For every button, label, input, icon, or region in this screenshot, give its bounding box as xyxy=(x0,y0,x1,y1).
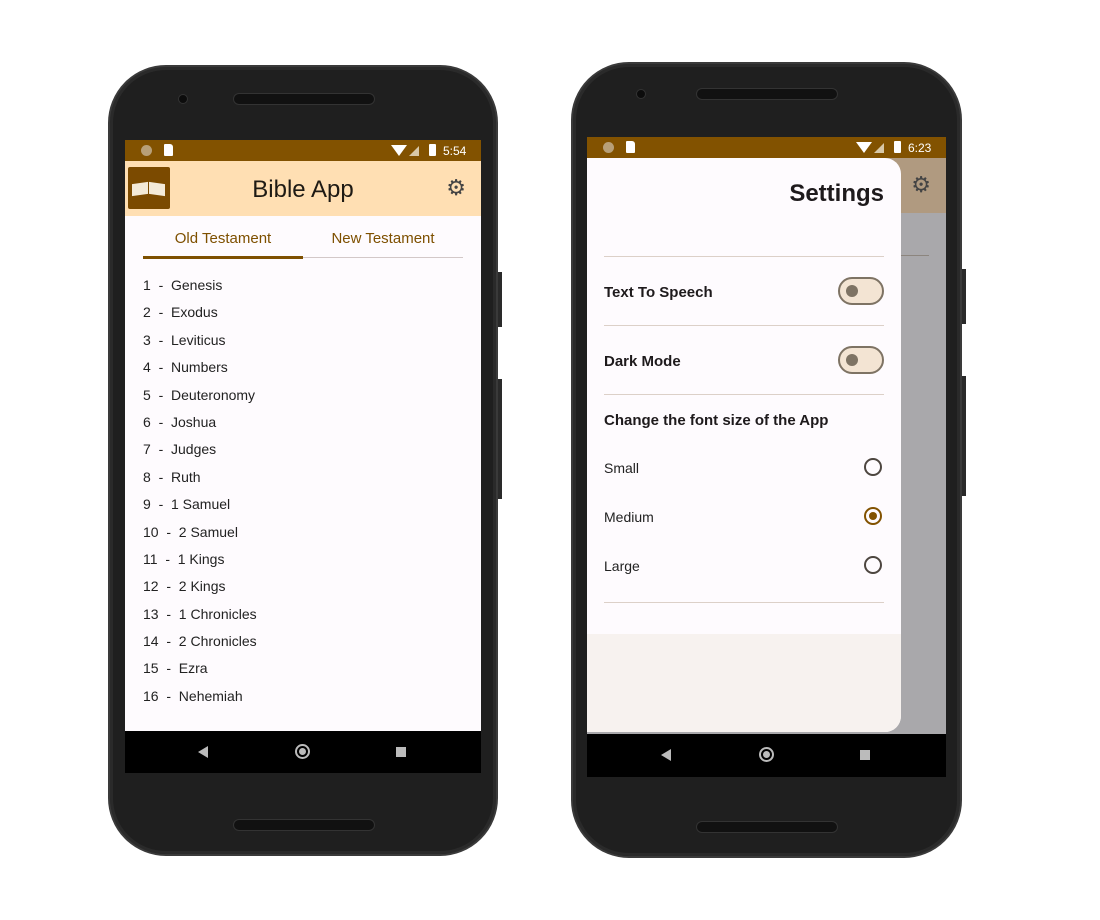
sd-card-icon xyxy=(626,141,635,153)
divider xyxy=(604,394,884,395)
status-time: 5:54 xyxy=(443,144,467,158)
book-list-item[interactable]: 14 - 2 Chronicles xyxy=(143,633,257,660)
status-time: 6:23 xyxy=(908,141,932,155)
signal-icon xyxy=(874,143,884,153)
book-list-item[interactable]: 3 - Leviticus xyxy=(143,332,257,359)
book-list-item[interactable]: 4 - Numbers xyxy=(143,359,257,386)
nav-bar xyxy=(587,734,946,777)
tab-new-testament[interactable]: New Testament xyxy=(303,216,463,257)
wifi-icon xyxy=(856,142,872,153)
font-large-radio[interactable] xyxy=(864,556,882,574)
text-to-speech-label: Text To Speech xyxy=(604,284,713,301)
book-list-item[interactable]: 13 - 1 Chronicles xyxy=(143,606,257,633)
book-list-item[interactable]: 6 - Joshua xyxy=(143,414,257,441)
book-list-item[interactable]: 1 - Genesis xyxy=(143,277,257,304)
text-to-speech-toggle[interactable] xyxy=(838,277,884,305)
settings-title: Settings xyxy=(789,180,884,207)
book-list-item[interactable]: 12 - 2 Kings xyxy=(143,578,257,605)
dark-mode-toggle[interactable] xyxy=(838,346,884,374)
font-medium-label[interactable]: Medium xyxy=(604,509,654,525)
notification-icon xyxy=(603,142,614,153)
back-icon[interactable] xyxy=(198,746,208,758)
home-icon[interactable] xyxy=(759,747,774,762)
font-small-label[interactable]: Small xyxy=(604,460,639,476)
font-medium-radio[interactable] xyxy=(864,507,882,525)
camera xyxy=(636,89,646,99)
screen: ⚙ 6:23 Settings Text To Speech Dark Mode… xyxy=(587,137,946,777)
speaker xyxy=(696,821,838,833)
drawer-footer xyxy=(587,634,901,732)
settings-drawer: Settings Text To Speech Dark Mode Change… xyxy=(587,158,901,732)
font-small-radio[interactable] xyxy=(864,458,882,476)
camera xyxy=(178,94,188,104)
back-icon[interactable] xyxy=(661,749,671,761)
divider xyxy=(604,602,884,603)
battery-icon xyxy=(894,141,901,153)
nav-bar xyxy=(125,731,481,773)
book-list-item[interactable]: 2 - Exodus xyxy=(143,304,257,331)
side-button xyxy=(498,379,502,499)
book-list-item[interactable]: 11 - 1 Kings xyxy=(143,551,257,578)
app-title: Bible App xyxy=(252,176,354,203)
side-button xyxy=(498,272,502,327)
app-bar: Bible App ⚙ xyxy=(125,161,481,216)
font-large-label[interactable]: Large xyxy=(604,558,640,574)
book-list: 1 - Genesis 2 - Exodus 3 - Leviticus 4 - Nu… xyxy=(143,277,257,715)
recents-icon[interactable] xyxy=(396,747,406,757)
divider xyxy=(604,256,884,257)
recents-icon[interactable] xyxy=(860,750,870,760)
testament-tabs: Old Testament New Testament xyxy=(143,216,463,259)
book-list-item[interactable]: 16 - Nehemiah xyxy=(143,688,257,715)
screen: 5:54 Bible App ⚙ Old Testament New Testa… xyxy=(125,140,481,773)
status-bar: 5:54 xyxy=(125,140,481,161)
book-list-item[interactable]: 15 - Ezra xyxy=(143,660,257,687)
signal-icon xyxy=(409,146,419,156)
book-list-item[interactable]: 8 - Ruth xyxy=(143,469,257,496)
wifi-icon xyxy=(391,145,407,156)
phone-left: 5:54 Bible App ⚙ Old Testament New Testa… xyxy=(108,65,502,856)
gear-icon: ⚙ xyxy=(911,172,931,197)
font-size-heading: Change the font size of the App xyxy=(604,412,829,429)
book-list-item[interactable]: 5 - Deuteronomy xyxy=(143,387,257,414)
status-bar: 6:23 xyxy=(587,137,946,158)
gear-icon[interactable]: ⚙ xyxy=(446,175,466,201)
battery-icon xyxy=(429,144,436,156)
home-icon[interactable] xyxy=(295,744,310,759)
side-button xyxy=(962,269,966,324)
dark-mode-label: Dark Mode xyxy=(604,353,681,370)
phone-right: ⚙ 6:23 Settings Text To Speech Dark Mode… xyxy=(571,62,966,858)
side-button xyxy=(962,376,966,496)
speaker xyxy=(233,93,375,105)
tab-old-testament[interactable]: Old Testament xyxy=(143,216,303,259)
book-list-item[interactable]: 7 - Judges xyxy=(143,441,257,468)
book-list-item[interactable]: 9 - 1 Samuel xyxy=(143,496,257,523)
sd-card-icon xyxy=(164,144,173,156)
speaker xyxy=(233,819,375,831)
divider xyxy=(604,325,884,326)
notification-icon xyxy=(141,145,152,156)
speaker xyxy=(696,88,838,100)
book-list-item[interactable]: 10 - 2 Samuel xyxy=(143,524,257,551)
